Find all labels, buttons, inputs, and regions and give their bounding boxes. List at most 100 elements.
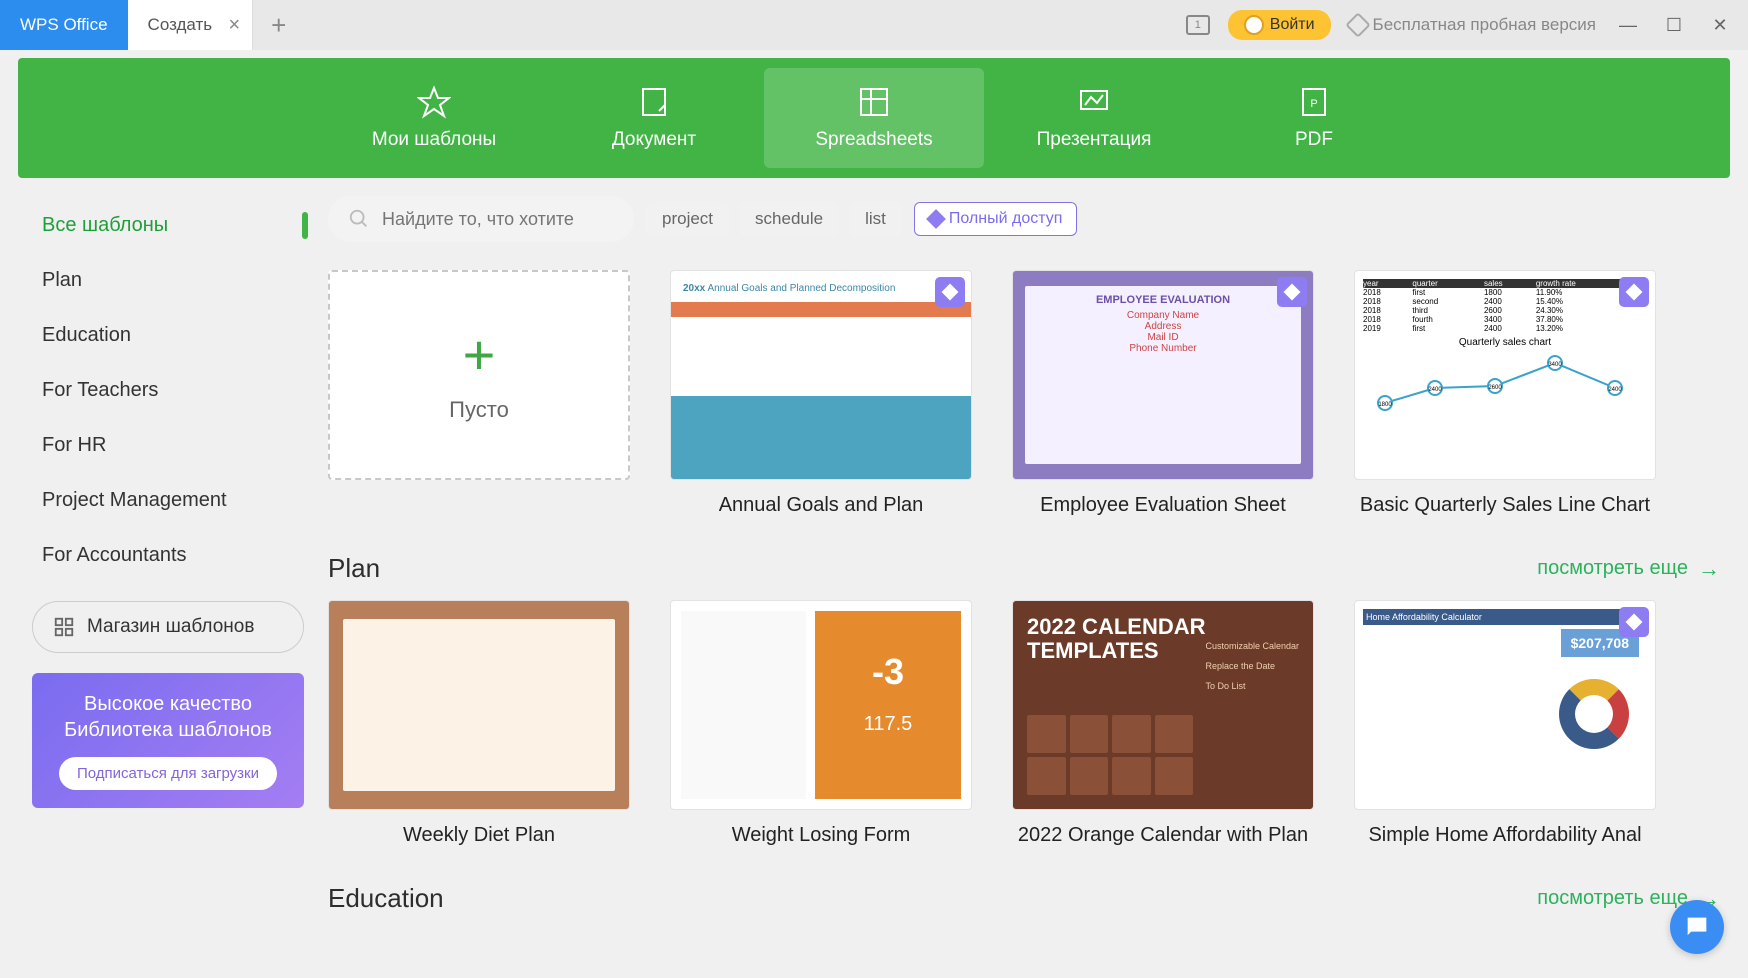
search-chip-schedule[interactable]: schedule — [739, 202, 839, 236]
search-icon — [348, 208, 370, 230]
new-tab[interactable]: Создать × — [128, 0, 254, 50]
section-header: Educationпосмотреть еще→ — [328, 883, 1720, 914]
pdf-icon: P — [1297, 85, 1331, 119]
category-star[interactable]: Мои шаблоны — [324, 68, 544, 168]
template-card[interactable]: -3117.5 Weight Losing Form — [670, 600, 972, 847]
home-tab[interactable]: WPS Office — [0, 0, 128, 50]
search-row: project schedule list Полный доступ — [328, 196, 1720, 242]
category-pdf[interactable]: P PDF — [1204, 68, 1424, 168]
close-window-button[interactable]: ✕ — [1706, 11, 1734, 39]
blank-thumb[interactable]: + Пусто — [328, 270, 630, 480]
sidebar-item-3[interactable]: For Teachers — [18, 365, 318, 416]
template-card[interactable]: 2022 CALENDARTEMPLATESCustomizable Calen… — [1012, 600, 1314, 847]
svg-text:2600: 2600 — [1488, 385, 1502, 391]
promo-banner[interactable]: Высокое качество Библиотека шаблонов Под… — [32, 673, 304, 808]
template-store-label: Магазин шаблонов — [87, 616, 254, 638]
search-box[interactable] — [328, 196, 634, 242]
template-card[interactable]: yearquartersalesgrowth rate2018first1800… — [1354, 270, 1656, 517]
blank-template-card[interactable]: + Пусто — [328, 270, 630, 517]
crown-icon — [1345, 12, 1370, 37]
chat-fab[interactable] — [1670, 900, 1724, 954]
template-thumb[interactable] — [328, 600, 630, 810]
template-title: Simple Home Affordability Anal — [1368, 824, 1641, 847]
titlebar: WPS Office Создать × + 1 Войти Бесплатна… — [0, 0, 1748, 50]
template-title: 2022 Orange Calendar with Plan — [1018, 824, 1308, 847]
search-chip-project[interactable]: project — [646, 202, 729, 236]
premium-chip-label: Полный доступ — [949, 210, 1063, 228]
svg-text:3400: 3400 — [1548, 362, 1562, 368]
search-chip-list[interactable]: list — [849, 202, 902, 236]
template-store-button[interactable]: Магазин шаблонов — [32, 601, 304, 653]
star-icon — [417, 85, 451, 119]
premium-badge-icon — [1619, 607, 1649, 637]
section-title: Education — [328, 883, 444, 914]
see-more-link[interactable]: посмотреть еще → — [1537, 556, 1720, 582]
template-thumb[interactable]: -3117.5 — [670, 600, 972, 810]
window-count-badge[interactable]: 1 — [1186, 15, 1210, 35]
category-sheet[interactable]: Spreadsheets — [764, 68, 984, 168]
section-row: Weekly Diet Plan -3117.5 Weight Losing For… — [328, 600, 1720, 847]
category-doc[interactable]: Документ — [544, 68, 764, 168]
premium-access-chip[interactable]: Полный доступ — [914, 202, 1078, 236]
sidebar-item-5[interactable]: Project Management — [18, 475, 318, 526]
svg-text:1800: 1800 — [1378, 402, 1392, 408]
category-label: PDF — [1295, 129, 1333, 151]
sidebar-item-2[interactable]: Education — [18, 310, 318, 361]
new-tab-label: Создать — [148, 15, 213, 35]
promo-subscribe-button[interactable]: Подписаться для загрузки — [59, 757, 277, 790]
login-label: Войти — [1270, 16, 1315, 34]
template-thumb[interactable]: EMPLOYEE EVALUATIONCompany NameAddressMa… — [1012, 270, 1314, 480]
maximize-button[interactable]: ☐ — [1660, 11, 1688, 39]
promo-title: Высокое качество Библиотека шаблонов — [44, 691, 292, 743]
section-header: Plan посмотреть еще → — [328, 553, 1720, 584]
template-thumb[interactable]: 2022 CALENDARTEMPLATESCustomizable Calen… — [1012, 600, 1314, 810]
store-icon — [53, 616, 75, 638]
template-title: Weight Losing Form — [732, 824, 911, 847]
category-label: Мои шаблоны — [372, 129, 496, 151]
svg-text:2400: 2400 — [1428, 387, 1442, 393]
template-card[interactable]: Weekly Diet Plan — [328, 600, 630, 847]
minimize-button[interactable]: — — [1614, 11, 1642, 39]
titlebar-right: 1 Войти Бесплатная пробная версия — ☐ ✕ — [1186, 10, 1748, 40]
template-title: Employee Evaluation Sheet — [1040, 494, 1286, 517]
see-more-label: посмотреть еще — [1537, 557, 1688, 580]
premium-badge-icon — [1277, 277, 1307, 307]
blank-label: Пусто — [449, 397, 509, 423]
presentation-icon — [1077, 85, 1111, 119]
main-area: Все шаблоныPlanEducationFor TeachersFor … — [18, 178, 1730, 978]
template-thumb[interactable]: 20xx Annual Goals and Planned Decomposit… — [670, 270, 972, 480]
sidebar-item-0[interactable]: Все шаблоны — [18, 200, 318, 251]
avatar-icon — [1244, 15, 1264, 35]
premium-badge-icon — [1619, 277, 1649, 307]
template-title: Annual Goals and Plan — [719, 494, 924, 517]
template-card[interactable]: Home Affordability Calculator$207,708 Sim… — [1354, 600, 1656, 847]
trial-link[interactable]: Бесплатная пробная версия — [1349, 15, 1596, 35]
sidebar-item-6[interactable]: For Accountants — [18, 530, 318, 581]
category-presentation[interactable]: Презентация — [984, 68, 1204, 168]
template-title: Basic Quarterly Sales Line Chart — [1360, 494, 1650, 517]
template-thumb[interactable]: yearquartersalesgrowth rate2018first1800… — [1354, 270, 1656, 480]
close-tab-icon[interactable]: × — [228, 14, 240, 37]
search-input[interactable] — [382, 209, 614, 230]
svg-text:P: P — [1310, 98, 1317, 110]
category-label: Spreadsheets — [815, 129, 932, 151]
section-title: Plan — [328, 553, 380, 584]
sidebar-item-1[interactable]: Plan — [18, 255, 318, 306]
sidebar: Все шаблоныPlanEducationFor TeachersFor … — [18, 178, 318, 978]
content-area: project schedule list Полный доступ + Пуст… — [318, 178, 1730, 978]
diamond-icon — [926, 209, 946, 229]
template-card[interactable]: EMPLOYEE EVALUATIONCompany NameAddressMa… — [1012, 270, 1314, 517]
featured-row: + Пусто 20xx Annual Goals and Planned De… — [328, 270, 1720, 517]
sidebar-item-4[interactable]: For HR — [18, 420, 318, 471]
premium-badge-icon — [935, 277, 965, 307]
sheet-icon — [857, 85, 891, 119]
svg-text:2400: 2400 — [1608, 387, 1622, 393]
template-title: Weekly Diet Plan — [403, 824, 555, 847]
see-more-label: посмотреть еще — [1537, 887, 1688, 910]
template-card[interactable]: 20xx Annual Goals and Planned Decomposit… — [670, 270, 972, 517]
add-tab-button[interactable]: + — [253, 10, 304, 41]
template-thumb[interactable]: Home Affordability Calculator$207,708 — [1354, 600, 1656, 810]
category-label: Документ — [612, 129, 696, 151]
arrow-right-icon: → — [1698, 556, 1720, 582]
login-button[interactable]: Войти — [1228, 10, 1331, 40]
